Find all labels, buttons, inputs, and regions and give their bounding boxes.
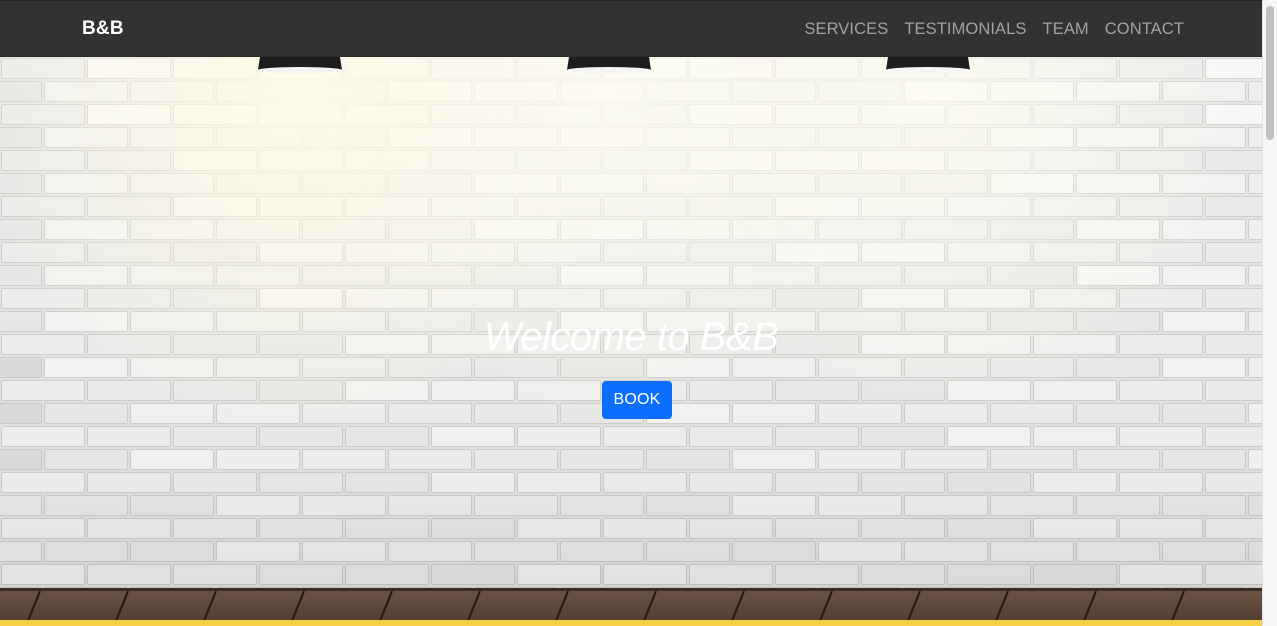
book-button[interactable]: BOOK: [602, 381, 672, 419]
ceiling-lamp-icon: [258, 57, 342, 73]
brand-logo[interactable]: B&B: [82, 18, 124, 40]
nav-links: SERVICES TESTIMONIALS TEAM CONTACT: [804, 20, 1184, 39]
nav-link-testimonials[interactable]: TESTIMONIALS: [904, 20, 1026, 39]
hero-section: Welcome to B&B BOOK: [0, 57, 1262, 626]
hero-title: Welcome to B&B: [483, 315, 779, 359]
next-section-edge: [0, 620, 1262, 626]
top-navbar: B&B SERVICES TESTIMONIALS TEAM CONTACT: [0, 0, 1262, 57]
nav-link-services[interactable]: SERVICES: [804, 20, 888, 39]
page-scrollbar[interactable]: [1262, 0, 1277, 626]
nav-link-contact[interactable]: CONTACT: [1105, 20, 1184, 39]
nav-link-team[interactable]: TEAM: [1043, 20, 1089, 39]
ceiling-lamp-icon: [886, 57, 970, 73]
scrollbar-thumb[interactable]: [1266, 6, 1274, 140]
ceiling-lamp-icon: [567, 57, 651, 73]
